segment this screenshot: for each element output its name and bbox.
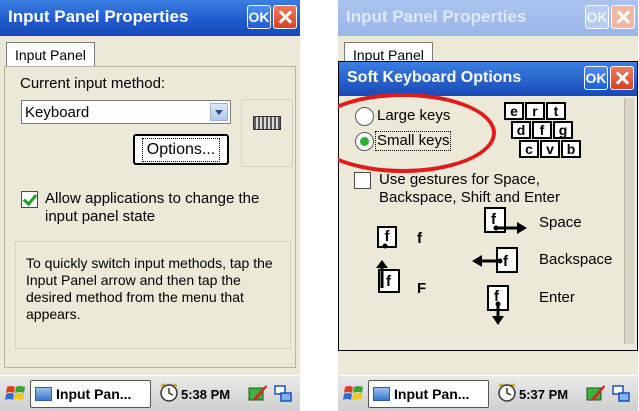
- windows-start-icon[interactable]: [4, 382, 28, 406]
- enter-label: Enter: [539, 289, 575, 306]
- info-text: To quickly switch input methods, tap the…: [26, 255, 273, 322]
- input-method-select[interactable]: Keyboard: [21, 100, 231, 124]
- key-preview-key: f: [532, 121, 552, 139]
- key-preview-key: c: [519, 140, 539, 158]
- input-method-value: Keyboard: [25, 104, 90, 121]
- clock-time[interactable]: 5:37 PM: [519, 387, 568, 402]
- taskbar-input-panel-button[interactable]: Input Pan...: [30, 380, 151, 408]
- allow-apps-label: Allow applications to change the input p…: [45, 190, 260, 225]
- taskbar: Input Pan... 5:38 PM: [0, 375, 300, 411]
- title-bar-background: Input Panel Properties OK: [338, 0, 638, 36]
- close-button-background: [611, 5, 635, 29]
- dialog-title: Soft Keyboard Options: [347, 69, 522, 86]
- key-preview-key: g: [553, 121, 573, 139]
- clock-icon[interactable]: [496, 382, 518, 404]
- screenshot-stage: Input Panel Properties OK Input Panel Cu…: [0, 0, 639, 411]
- keyboard-icon: [253, 116, 281, 130]
- input-panel-properties-screen: Input Panel Properties OK Input Panel Cu…: [0, 0, 300, 411]
- taskbar-input-panel-button[interactable]: Input Pan...: [368, 380, 489, 408]
- tap-dot-icon: [382, 243, 388, 249]
- clock-icon[interactable]: [158, 382, 180, 404]
- key-preview-key: d: [511, 121, 531, 139]
- window-icon: [35, 387, 52, 401]
- key-preview-key: b: [561, 140, 581, 158]
- soft-keyboard-options-screen: Input Panel Properties OK Input Panel So…: [338, 0, 638, 411]
- window-icon: [373, 387, 390, 401]
- taskbar-task-label: Input Pan...: [394, 386, 470, 402]
- space-label: Space: [539, 214, 582, 231]
- windows-start-icon[interactable]: [342, 382, 366, 406]
- close-button[interactable]: [273, 5, 297, 29]
- options-button-label: Options...: [141, 138, 221, 162]
- shift-gesture-icon: f: [376, 260, 400, 293]
- window-title: Input Panel Properties: [8, 7, 189, 26]
- info-box: To quickly switch input methods, tap the…: [15, 241, 291, 349]
- input-panel-tab-page: Current input method: Keyboard Options..…: [4, 66, 296, 368]
- dialog-ok-button[interactable]: OK: [584, 66, 608, 90]
- chevron-down-icon[interactable]: [210, 103, 228, 121]
- dialog-close-button[interactable]: [610, 66, 634, 90]
- key-preview-key: r: [525, 102, 545, 120]
- options-button[interactable]: Options...: [133, 134, 229, 165]
- key-preview-key: e: [504, 102, 524, 120]
- dialog-title-bar: Soft Keyboard Options OK: [339, 62, 637, 96]
- key-preview-key: t: [546, 102, 566, 120]
- taskbar: Input Pan... 5:37 PM: [338, 375, 638, 411]
- title-bar: Input Panel Properties OK: [0, 0, 300, 36]
- tab-input-panel[interactable]: Input Panel: [6, 42, 95, 67]
- gesture-F-label: F: [417, 280, 427, 297]
- multitask-icon[interactable]: [273, 384, 293, 404]
- window-title-background: Input Panel Properties: [346, 7, 527, 26]
- clock-time[interactable]: 5:38 PM: [181, 387, 230, 402]
- current-method-label: Current input method:: [20, 75, 166, 92]
- gesture-f-label: f: [417, 230, 422, 247]
- space-gesture-icon: f: [484, 207, 527, 234]
- dialog-scrollbar[interactable]: [624, 98, 634, 344]
- multitask-icon[interactable]: [611, 384, 631, 404]
- key-preview-key: v: [540, 140, 560, 158]
- ok-button-background: OK: [585, 5, 609, 29]
- keyboard-preview-box: [241, 99, 293, 167]
- ok-button[interactable]: OK: [247, 5, 271, 29]
- allow-apps-checkbox[interactable]: [21, 191, 38, 208]
- backspace-gesture-icon: f: [472, 247, 518, 273]
- stylus-icon[interactable]: [586, 384, 606, 404]
- stylus-icon[interactable]: [248, 384, 268, 404]
- taskbar-task-label: Input Pan...: [56, 386, 132, 402]
- backspace-label: Backspace: [539, 251, 613, 268]
- enter-gesture-icon: f: [487, 285, 509, 325]
- gestures-label: Use gestures for Space, Backspace, Shift…: [379, 171, 560, 206]
- gestures-checkbox[interactable]: [354, 172, 371, 189]
